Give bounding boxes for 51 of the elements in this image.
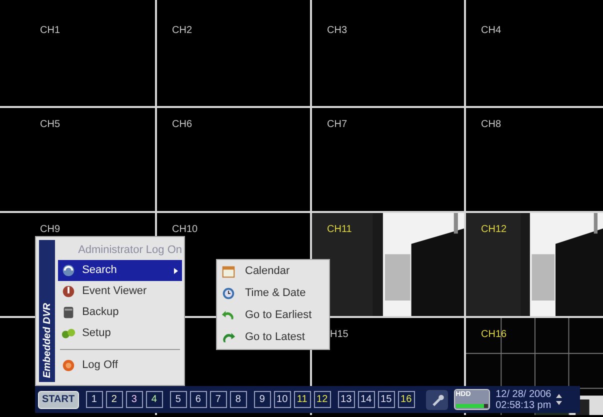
channel-label: H15 xyxy=(330,329,348,341)
channel-button[interactable]: 16 xyxy=(398,391,415,408)
channel-button[interactable]: 12 xyxy=(314,391,331,408)
channel-button[interactable]: 10 xyxy=(274,391,291,408)
channel-button[interactable]: 3 xyxy=(126,391,143,408)
submenu-item[interactable]: Time & Date xyxy=(221,283,329,304)
channel-button[interactable]: 2 xyxy=(106,391,123,408)
channel-button[interactable]: 13 xyxy=(338,391,355,408)
menu-item[interactable]: Backup xyxy=(58,302,182,323)
channel-label: CH6 xyxy=(172,119,192,131)
menu-item[interactable]: Event Viewer xyxy=(58,281,182,302)
tools-button[interactable] xyxy=(426,390,448,410)
calendar-icon xyxy=(221,264,236,279)
channel-button[interactable]: 1 xyxy=(86,391,103,408)
menu-item[interactable]: Search xyxy=(58,260,182,281)
alert-icon xyxy=(61,284,76,299)
channel-label: CH1 xyxy=(40,25,60,37)
submenu-item[interactable]: Go to Earliest xyxy=(221,305,329,326)
up-arrow-icon[interactable] xyxy=(556,394,562,398)
submenu-item[interactable]: Calendar xyxy=(221,261,329,282)
channel-button[interactable]: 5 xyxy=(170,391,187,408)
submenu-item[interactable]: Go to Latest xyxy=(221,327,329,348)
menu-header: Administrator Log On xyxy=(77,243,182,258)
channel-label: CH9 xyxy=(40,224,60,236)
channel-label: CH3 xyxy=(327,25,348,37)
channel-label: CH7 xyxy=(327,119,348,131)
channel-label: CH5 xyxy=(40,119,60,131)
channel-label: CH4 xyxy=(481,25,502,37)
forward-arrow-icon xyxy=(221,330,236,345)
down-arrow-icon[interactable] xyxy=(556,401,562,405)
menu-item[interactable]: Log Off xyxy=(58,355,182,376)
menu-item[interactable]: Setup xyxy=(58,323,182,344)
channel-label: CH8 xyxy=(481,119,502,131)
channel-button[interactable]: 9 xyxy=(254,391,271,408)
channel-label: CH16 xyxy=(481,329,507,341)
channel-label: CH10 xyxy=(172,224,198,236)
channel-label: CH2 xyxy=(172,25,192,37)
channel-button[interactable]: 11 xyxy=(294,391,311,408)
channel-button[interactable]: 4 xyxy=(146,391,163,408)
channel-button[interactable]: 8 xyxy=(230,391,247,408)
date-text: 12/ 28/ 2006 xyxy=(496,388,552,400)
channel-label: CH11 xyxy=(327,224,352,236)
channel-button[interactable]: 15 xyxy=(378,391,395,408)
channel-label: CH12 xyxy=(481,224,507,236)
channel-button[interactable]: 14 xyxy=(358,391,375,408)
channel-button[interactable]: 7 xyxy=(210,391,227,408)
channel-button[interactable]: 6 xyxy=(190,391,207,408)
menu-sidebar-label: Embedded DVR xyxy=(40,302,54,378)
time-text: 02:58:13 pm xyxy=(496,400,552,410)
start-button[interactable]: START xyxy=(38,390,79,408)
clock-icon xyxy=(221,286,236,301)
